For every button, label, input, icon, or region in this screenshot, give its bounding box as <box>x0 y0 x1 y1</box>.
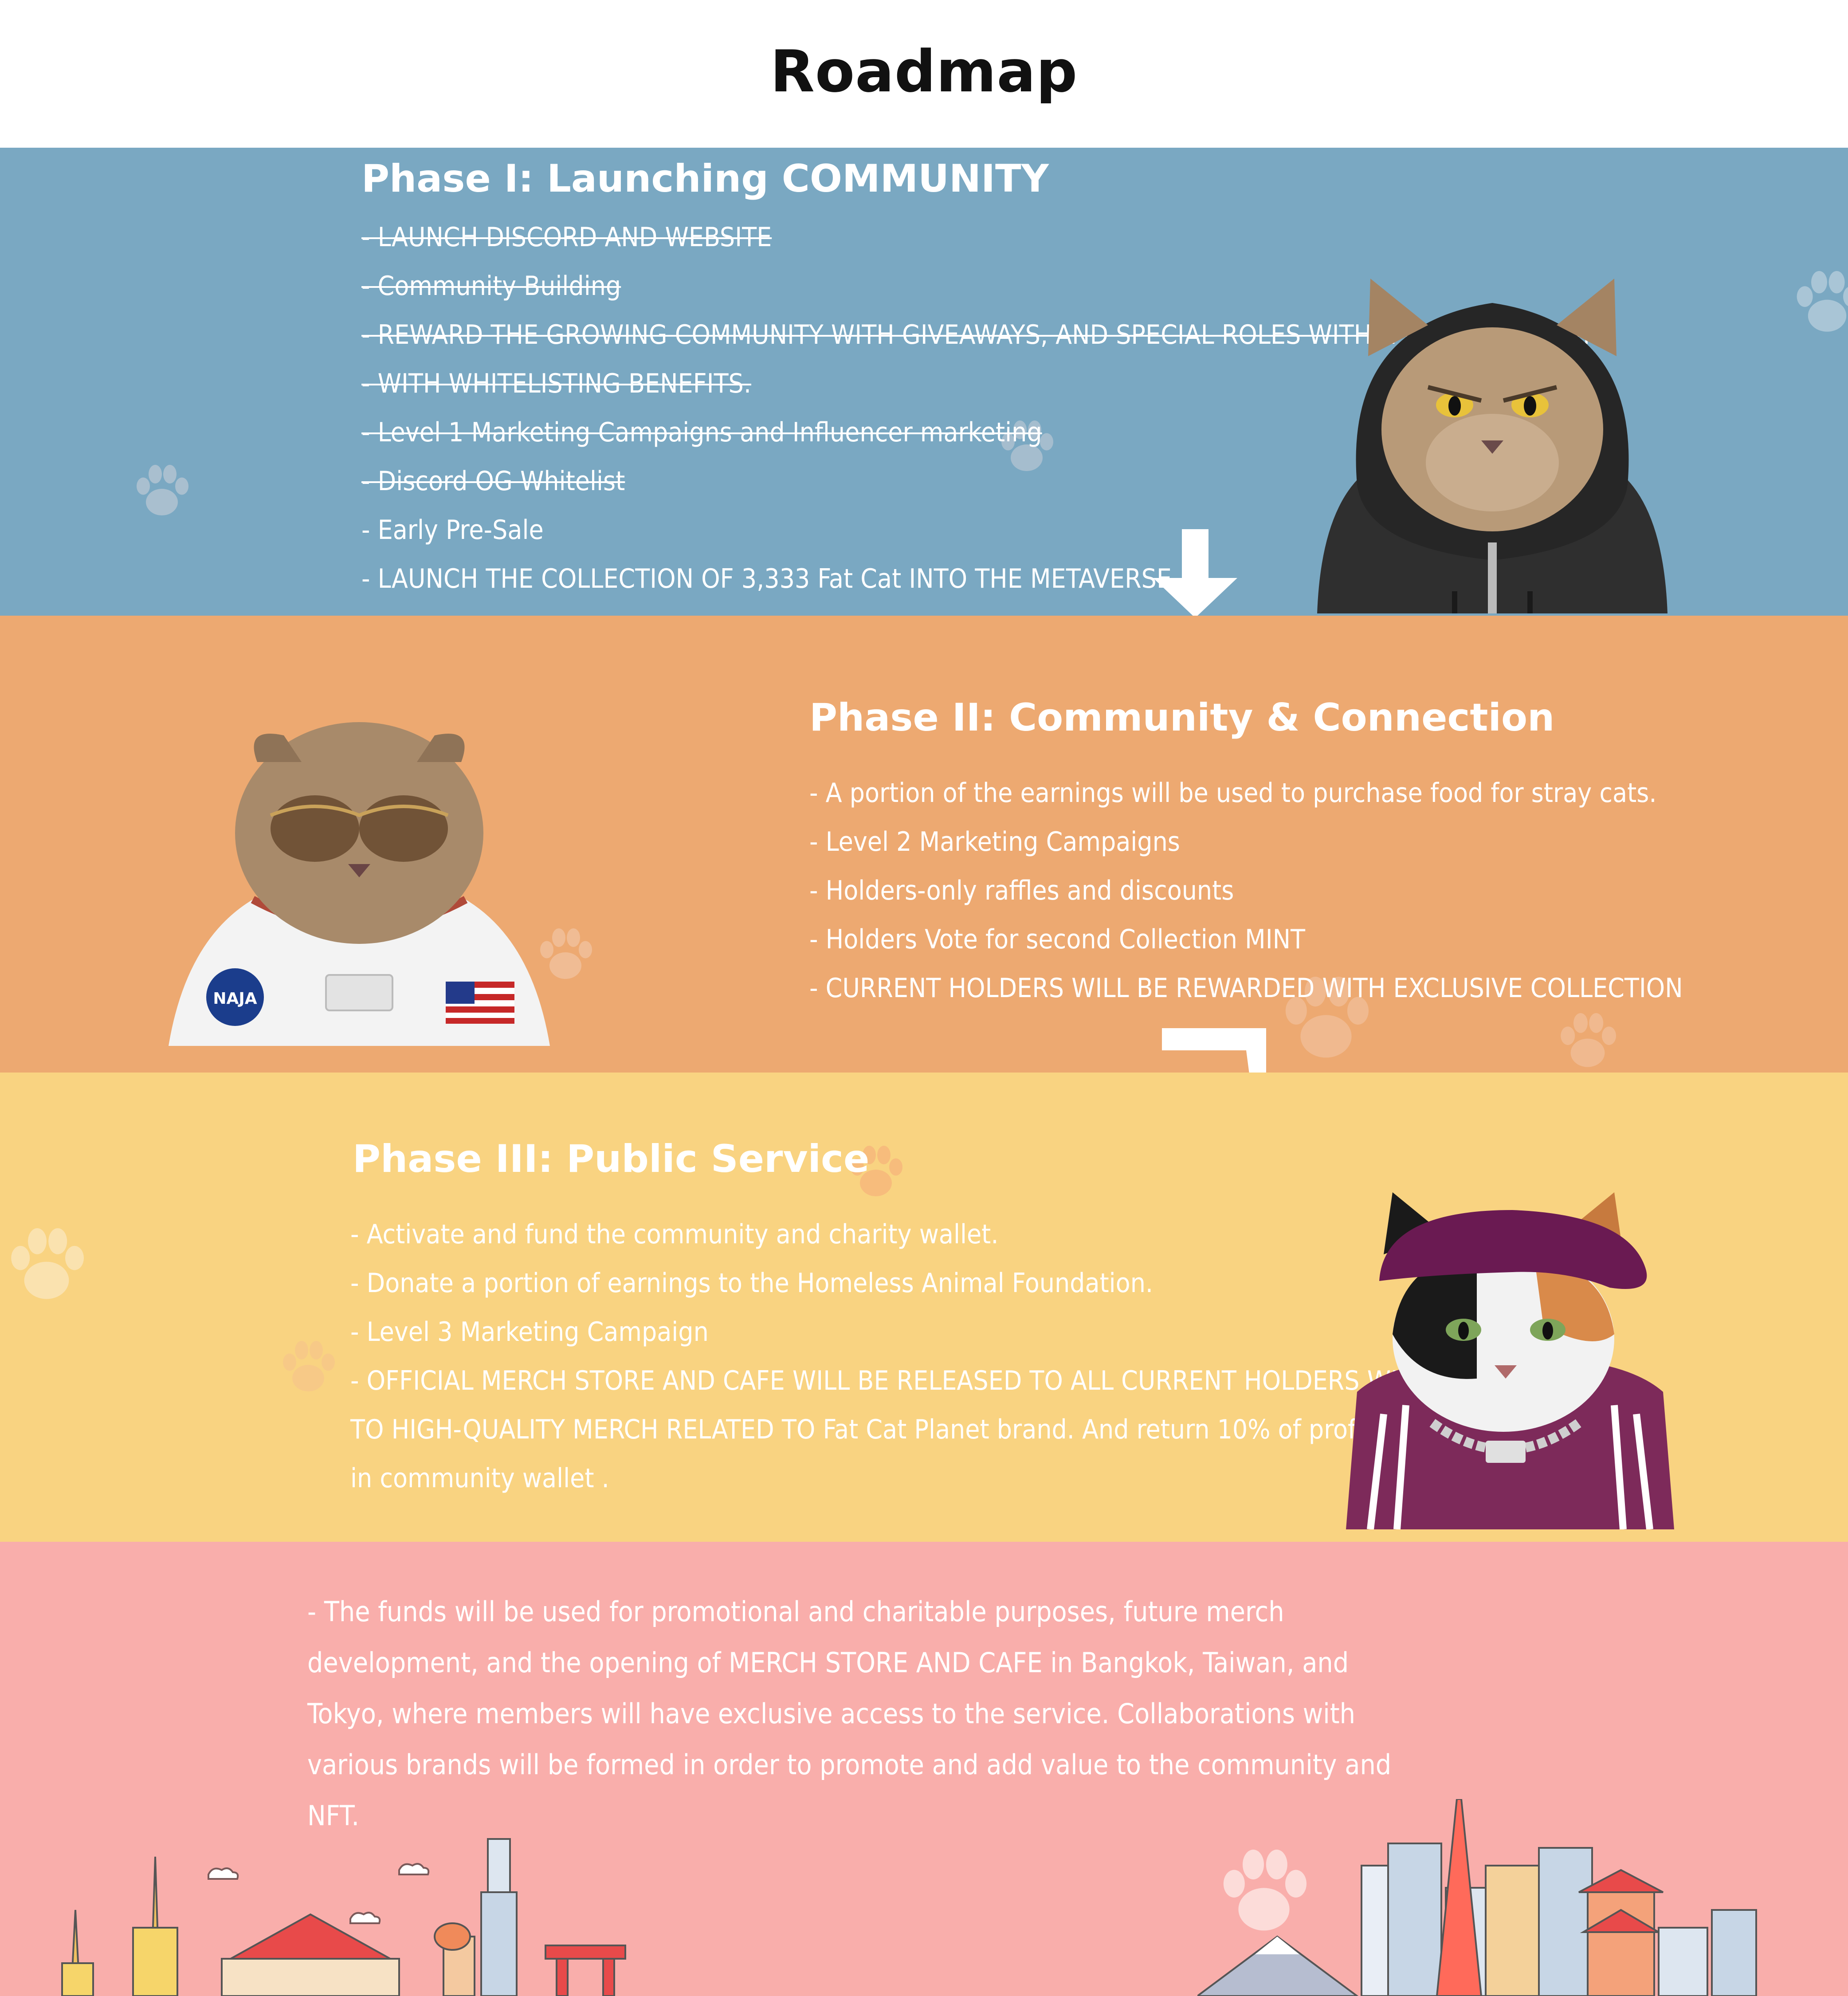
astronaut-cat-illustration: NAJA <box>169 722 550 1046</box>
phase-1-title: Phase I: Launching COMMUNITY <box>361 157 1049 201</box>
rapper-cat-illustration <box>1346 1192 1674 1529</box>
list-item: - Holders Vote for second Collection MIN… <box>809 924 1305 955</box>
phase-2-title: Phase II: Community & Connection <box>809 695 1555 740</box>
paw-icon <box>1552 1006 1623 1073</box>
phase-2-section: NAJA Phase II: Community & Connection - … <box>0 616 1848 1073</box>
roadmap-header: Roadmap <box>0 0 1848 148</box>
phase-2-list: - A portion of the earnings will be used… <box>809 769 1683 1013</box>
down-arrow-icon <box>1153 529 1237 616</box>
paw-icon <box>129 458 195 525</box>
hooded-cat-illustration <box>1317 279 1668 613</box>
list-item: - Level 2 Marketing Campaigns <box>809 826 1180 857</box>
phase-1-section: Phase I: Launching COMMUNITY - LAUNCH DI… <box>0 148 1848 616</box>
page-title: Roadmap <box>770 38 1078 105</box>
paw-icon <box>1787 263 1848 343</box>
list-item: - Holders-only raffles and discounts <box>809 875 1234 906</box>
paw-icon <box>0 1219 93 1312</box>
list-item: - CURRENT HOLDERS WILL BE REWARDED WITH … <box>809 973 1683 1004</box>
down-arrow-icon <box>1162 1028 1266 1073</box>
list-item: - A portion of the earnings will be used… <box>809 778 1657 809</box>
tokyo-skyline-illustration <box>1197 1799 1757 1996</box>
paw-icon <box>275 1334 341 1401</box>
phase-3-section: Phase III: Public Service - Activate and… <box>0 1073 1848 1542</box>
phase-4-section: - The funds will be used for promotional… <box>0 1542 1848 1996</box>
bangkok-skyline-illustration <box>61 1838 626 1996</box>
phase-3-title: Phase III: Public Service <box>353 1137 870 1181</box>
patch-label: NAJA <box>213 990 257 1008</box>
